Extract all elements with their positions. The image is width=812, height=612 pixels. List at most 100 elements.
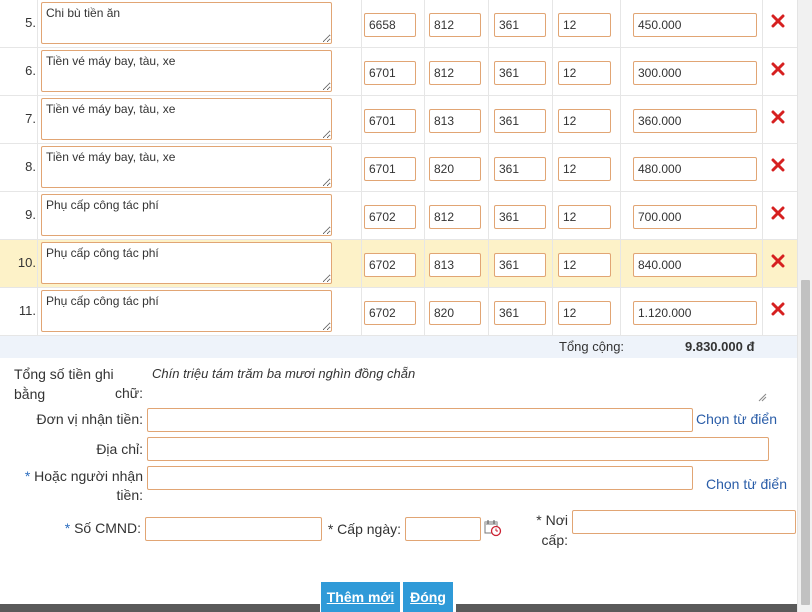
amount-input[interactable] xyxy=(633,109,757,133)
item-code-input[interactable] xyxy=(494,109,546,133)
issue-date-input[interactable] xyxy=(405,517,481,541)
source-code-input[interactable] xyxy=(558,61,611,85)
table-row: 8. Tiền vé máy bay, tàu, xe xyxy=(0,144,798,192)
column-divider xyxy=(361,240,362,287)
item-code-input[interactable] xyxy=(494,301,546,325)
column-divider xyxy=(424,240,425,287)
items-table: 5. Chi bù tiền ăn 6. Tiền vé máy bay, tà… xyxy=(0,0,798,358)
column-divider xyxy=(488,48,489,95)
source-code-input[interactable] xyxy=(558,109,611,133)
column-divider xyxy=(424,0,425,47)
description-textarea[interactable]: Phụ cấp công tác phí xyxy=(41,242,332,284)
column-divider xyxy=(762,96,763,143)
resize-grip-icon[interactable] xyxy=(757,392,767,402)
issue-place-input[interactable] xyxy=(572,510,796,534)
item-code-input[interactable] xyxy=(494,157,546,181)
chapter-code-input[interactable] xyxy=(429,301,481,325)
amount-words-value[interactable]: Chín triệu tám trăm ba mươi nghìn đồng c… xyxy=(152,366,415,381)
recipient-unit-label: Đơn vị nhận tiền: xyxy=(36,411,143,427)
account-code-input[interactable] xyxy=(364,253,416,277)
column-divider xyxy=(552,192,553,239)
chapter-code-input[interactable] xyxy=(429,205,481,229)
account-code-input[interactable] xyxy=(364,61,416,85)
column-divider xyxy=(488,144,489,191)
chapter-code-input[interactable] xyxy=(429,109,481,133)
amount-input[interactable] xyxy=(633,13,757,37)
issue-date-label-text: Cấp ngày: xyxy=(337,521,401,537)
source-code-input[interactable] xyxy=(558,13,611,37)
source-code-input[interactable] xyxy=(558,253,611,277)
description-textarea[interactable]: Phụ cấp công tác phí xyxy=(41,290,332,332)
recipient-person-input[interactable] xyxy=(147,466,693,490)
id-number-input[interactable] xyxy=(145,517,322,541)
calendar-icon[interactable] xyxy=(484,519,502,537)
column-divider xyxy=(488,0,489,47)
required-mark: * xyxy=(536,512,542,528)
id-number-label-text: Số CMND: xyxy=(74,520,141,536)
issue-place-label-2: cấp: xyxy=(541,532,568,548)
delete-x-icon[interactable] xyxy=(771,110,785,124)
table-row: 6. Tiền vé máy bay, tàu, xe xyxy=(0,48,798,96)
total-value: 9.830.000 đ xyxy=(685,339,755,354)
table-row: 11. Phụ cấp công tác phí xyxy=(0,288,798,336)
issue-place-label: * Nơi xyxy=(514,510,568,530)
chapter-code-input[interactable] xyxy=(429,253,481,277)
items-table-body: 5. Chi bù tiền ăn 6. Tiền vé máy bay, tà… xyxy=(0,0,798,336)
delete-x-icon[interactable] xyxy=(771,14,785,28)
item-code-input[interactable] xyxy=(494,205,546,229)
delete-x-icon[interactable] xyxy=(771,302,785,316)
amount-input[interactable] xyxy=(633,253,757,277)
amount-input[interactable] xyxy=(633,157,757,181)
table-row: 9. Phụ cấp công tác phí xyxy=(0,192,798,240)
column-divider xyxy=(620,48,621,95)
item-code-input[interactable] xyxy=(494,253,546,277)
account-code-input[interactable] xyxy=(364,157,416,181)
chapter-code-input[interactable] xyxy=(429,13,481,37)
description-textarea[interactable]: Tiền vé máy bay, tàu, xe xyxy=(41,98,332,140)
column-divider xyxy=(361,0,362,47)
column-divider xyxy=(424,48,425,95)
column-divider xyxy=(424,96,425,143)
choose-dictionary-link-person[interactable]: Chọn từ điển xyxy=(706,476,787,492)
column-divider xyxy=(37,96,38,143)
chapter-code-input[interactable] xyxy=(429,157,481,181)
description-textarea[interactable]: Tiền vé máy bay, tàu, xe xyxy=(41,146,332,188)
delete-x-icon[interactable] xyxy=(771,62,785,76)
required-mark: * xyxy=(24,468,31,484)
description-textarea[interactable]: Phụ cấp công tác phí xyxy=(41,194,332,236)
issue-date-label: * Cấp ngày: xyxy=(326,519,401,539)
vertical-scrollbar[interactable] xyxy=(797,0,812,612)
amount-input[interactable] xyxy=(633,301,757,325)
account-code-input[interactable] xyxy=(364,13,416,37)
table-row: 5. Chi bù tiền ăn xyxy=(0,0,798,48)
source-code-input[interactable] xyxy=(558,301,611,325)
account-code-input[interactable] xyxy=(364,301,416,325)
delete-x-icon[interactable] xyxy=(771,158,785,172)
close-button[interactable]: Đóng xyxy=(403,582,453,612)
description-textarea[interactable]: Chi bù tiền ăn xyxy=(41,2,332,44)
account-code-input[interactable] xyxy=(364,205,416,229)
person-label-2: tiền: xyxy=(116,487,143,503)
column-divider xyxy=(620,288,621,335)
column-divider xyxy=(361,288,362,335)
account-code-input[interactable] xyxy=(364,109,416,133)
source-code-input[interactable] xyxy=(558,157,611,181)
item-code-input[interactable] xyxy=(494,61,546,85)
column-divider xyxy=(488,192,489,239)
source-code-input[interactable] xyxy=(558,205,611,229)
add-new-button[interactable]: Thêm mới xyxy=(321,582,400,612)
delete-x-icon[interactable] xyxy=(771,254,785,268)
column-divider xyxy=(37,48,38,95)
address-input[interactable] xyxy=(147,437,769,461)
choose-dictionary-link-unit[interactable]: Chọn từ điển xyxy=(696,411,777,427)
description-textarea[interactable]: Tiền vé máy bay, tàu, xe xyxy=(41,50,332,92)
id-number-label: * Số CMND: xyxy=(40,518,141,538)
total-row: Tổng cộng: 9.830.000 đ xyxy=(0,336,798,358)
amount-input[interactable] xyxy=(633,61,757,85)
item-code-input[interactable] xyxy=(494,13,546,37)
recipient-unit-input[interactable] xyxy=(147,408,693,432)
scrollbar-thumb[interactable] xyxy=(801,280,810,605)
chapter-code-input[interactable] xyxy=(429,61,481,85)
delete-x-icon[interactable] xyxy=(771,206,785,220)
amount-input[interactable] xyxy=(633,205,757,229)
